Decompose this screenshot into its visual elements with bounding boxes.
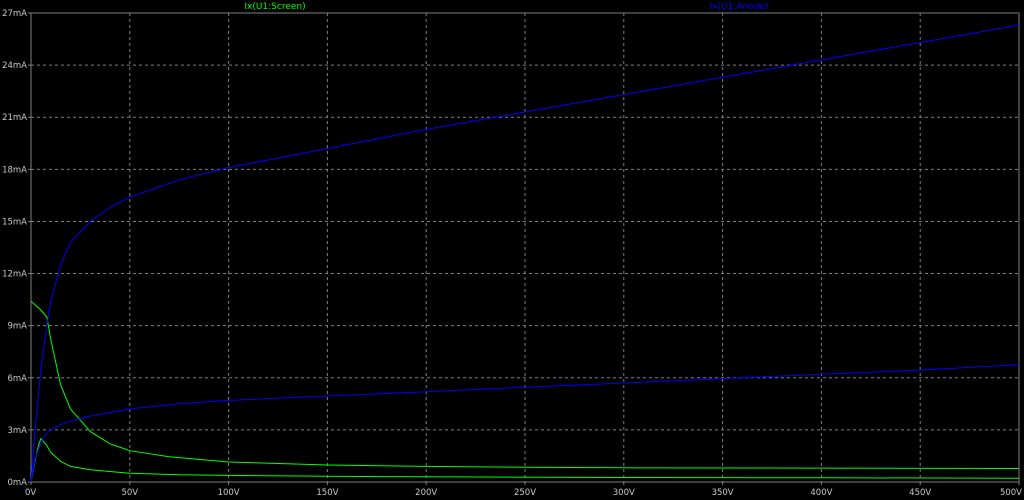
x-tick-label: 350V [712, 488, 734, 498]
y-tick-label: 15mA [2, 217, 27, 227]
y-tick-label: 18mA [2, 165, 27, 175]
y-tick-label: 27mA [2, 9, 27, 19]
y-tick-label: 6mA [7, 374, 27, 384]
y-tick-label: 3mA [7, 426, 27, 436]
x-tick-label: 300V [613, 488, 635, 498]
x-tick-label: 250V [514, 488, 536, 498]
legend-entry: Ix(U1:Anode) [710, 2, 769, 12]
x-tick-label: 100V [218, 488, 240, 498]
y-tick-label: 21mA [2, 113, 27, 123]
y-tick-label: 0mA [7, 478, 27, 488]
x-tick-label: 450V [909, 488, 931, 498]
y-tick-label: 9mA [7, 322, 27, 332]
grid [31, 13, 1019, 482]
y-tick-label: 12mA [2, 270, 27, 280]
legend: Ix(U1:Screen) Ix(U1:Anode) [244, 2, 768, 12]
y-tick-label: 24mA [2, 61, 27, 71]
iv-curve-chart: 0V 50V 100V 150V 200V 250V 300V 350V 400V 450V 500… [2, 2, 1022, 498]
x-tick-label: 0V [25, 488, 36, 498]
axes [28, 12, 1020, 485]
x-tick-label: 200V [415, 488, 437, 498]
x-tick-label: 150V [316, 488, 338, 498]
tick-labels: 0V 50V 100V 150V 200V 250V 300V 350V 400V 450V 500… [2, 9, 1022, 498]
legend-entry: Ix(U1:Screen) [244, 2, 305, 12]
x-tick-label: 50V [121, 488, 138, 498]
x-tick-label: 400V [810, 488, 832, 498]
x-tick-label: 500V [1000, 488, 1022, 498]
